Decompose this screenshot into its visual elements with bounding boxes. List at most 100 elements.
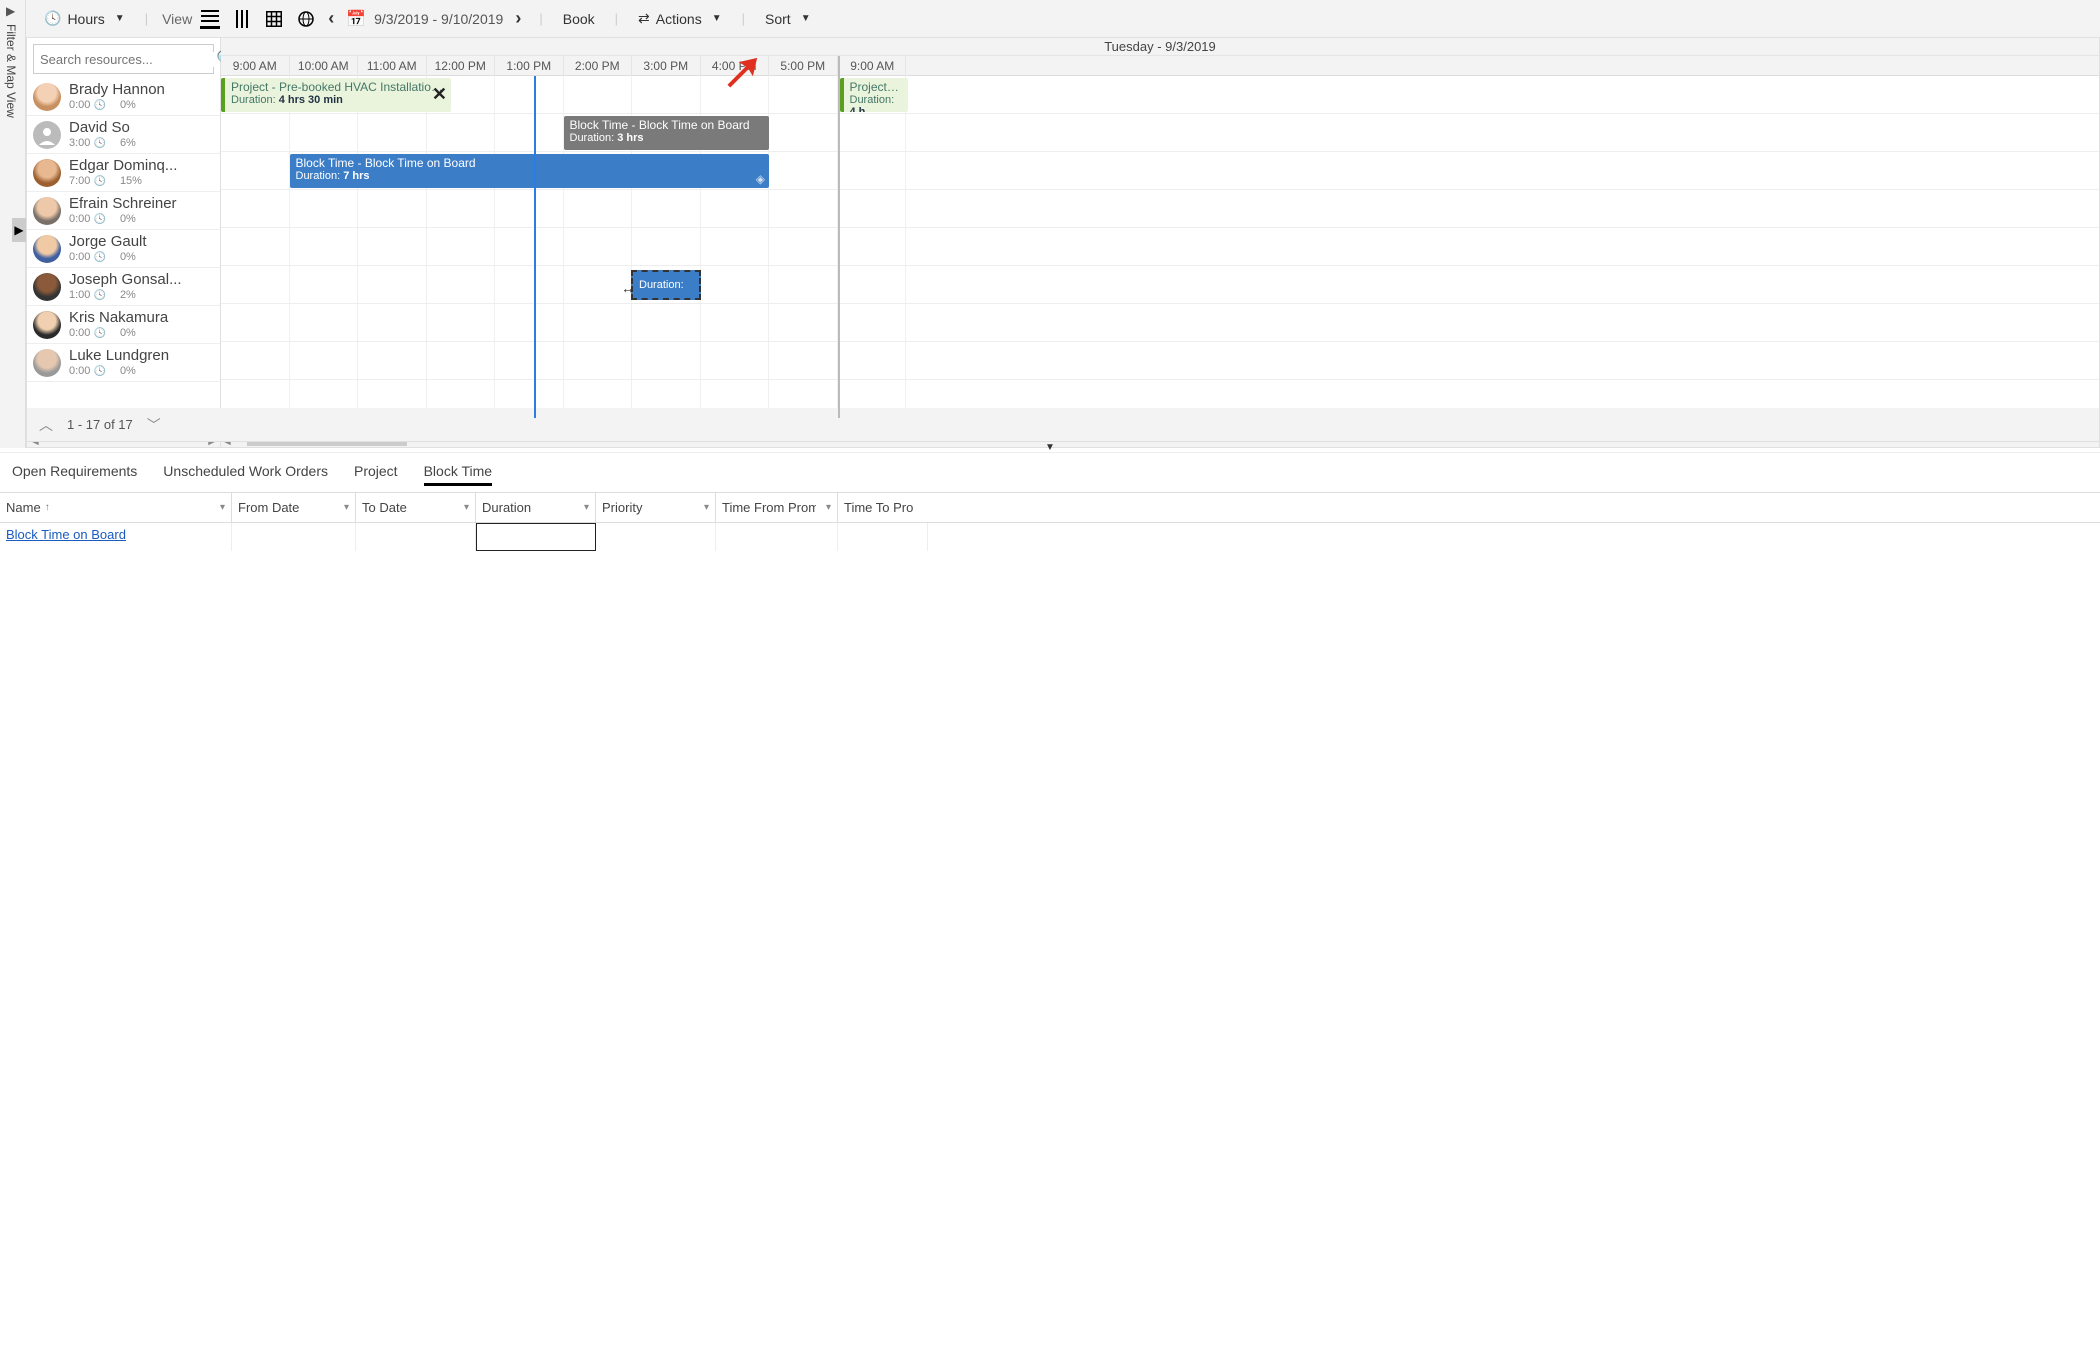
actions-dropdown[interactable]: ⇄ Actions ▼: [632, 6, 728, 31]
view-label: View: [162, 11, 192, 27]
caret-down-icon: ▼: [801, 13, 811, 24]
cell-time-to-promised[interactable]: [838, 523, 928, 551]
col-time-from-promised[interactable]: Time From Promised▾: [716, 493, 838, 522]
separator: |: [742, 11, 745, 26]
col-duration[interactable]: Duration▾: [476, 493, 596, 522]
clock-icon: 🕓: [93, 328, 105, 339]
timeline: Tuesday - 9/3/2019 9:00 AM 10:00 AM 11:0…: [221, 38, 2099, 447]
bottom-tabs: Open Requirements Unscheduled Work Order…: [0, 453, 2100, 492]
view-map-icon[interactable]: [296, 9, 316, 29]
col-to-date[interactable]: To Date▾: [356, 493, 476, 522]
tab-block-time[interactable]: Block Time: [424, 463, 492, 486]
page-down-icon[interactable]: ﹀: [147, 415, 161, 435]
sort-dropdown[interactable]: Sort ▼: [759, 7, 817, 31]
hour-cell: 5:00 PM: [769, 56, 838, 76]
caret-down-icon: ▼: [115, 13, 125, 24]
column-menu-icon[interactable]: ▾: [344, 502, 349, 513]
hours-dropdown[interactable]: 🕓 Hours ▼: [38, 6, 131, 31]
resource-item[interactable]: Jorge Gault 0:00 🕓0%: [27, 230, 220, 268]
date-range[interactable]: 9/3/2019 - 9/10/2019: [374, 11, 503, 27]
resource-name: David So: [69, 120, 136, 135]
column-menu-icon[interactable]: ▾: [826, 502, 831, 513]
col-name[interactable]: Name↑ ▾: [0, 493, 232, 522]
resource-item[interactable]: Efrain Schreiner 0:00 🕓0%: [27, 192, 220, 230]
resource-name: Joseph Gonsal...: [69, 272, 182, 287]
grid-rows: [221, 76, 2099, 418]
clock-icon: 🕓: [93, 290, 105, 301]
booking-project-nextday[interactable]: Project - Pre... Duration: 4 h: [840, 78, 908, 112]
page-up-icon[interactable]: ︿: [39, 415, 53, 435]
col-time-to-promised[interactable]: Time To Pro: [838, 493, 928, 522]
view-vertical-icon[interactable]: [232, 9, 252, 29]
view-grid-icon[interactable]: [264, 9, 284, 29]
tab-open-requirements[interactable]: Open Requirements: [12, 463, 137, 486]
cell-duration-editing[interactable]: [476, 523, 596, 551]
date-next-button[interactable]: ›: [511, 8, 525, 29]
timeline-header: Tuesday - 9/3/2019 9:00 AM 10:00 AM 11:0…: [221, 38, 2099, 76]
col-from-date[interactable]: From Date▾: [232, 493, 356, 522]
timeline-body[interactable]: Project - Pre-booked HVAC Installation P…: [221, 76, 2099, 418]
current-time-indicator: [534, 76, 536, 418]
separator: |: [145, 11, 148, 26]
clock-icon: 🕓: [93, 138, 105, 149]
tab-unscheduled-work-orders[interactable]: Unscheduled Work Orders: [163, 463, 328, 486]
resource-item[interactable]: Kris Nakamura 0:00 🕓0%: [27, 306, 220, 344]
grid-header: Name↑ ▾ From Date▾ To Date▾ Duration▾ Pr…: [0, 493, 2100, 523]
caret-down-icon: ▼: [1045, 442, 1055, 453]
view-mode-group: [200, 9, 316, 29]
hour-cell: 10:00 AM: [290, 56, 359, 76]
clock-icon: 🕓: [93, 252, 105, 263]
separator: |: [615, 11, 618, 26]
close-icon[interactable]: ✕: [432, 84, 447, 105]
avatar: [33, 197, 61, 225]
resource-name: Kris Nakamura: [69, 310, 168, 325]
column-menu-icon[interactable]: ▾: [220, 502, 225, 513]
panel-splitter[interactable]: ▼: [0, 442, 2100, 452]
clock-icon: 🕓: [93, 366, 105, 377]
booking-project[interactable]: Project - Pre-booked HVAC Installation P…: [221, 78, 451, 112]
col-priority[interactable]: Priority▾: [596, 493, 716, 522]
avatar: [33, 235, 61, 263]
resource-item[interactable]: David So 3:00 🕓6%: [27, 116, 220, 154]
view-list-icon[interactable]: [200, 9, 220, 29]
hour-cell: 9:00 AM: [838, 56, 907, 76]
hour-row: 9:00 AM 10:00 AM 11:00 AM 12:00 PM 1:00 …: [221, 56, 2099, 76]
cell-to-date[interactable]: [356, 523, 476, 551]
resource-item[interactable]: Edgar Dominq... 7:00 🕓15%: [27, 154, 220, 192]
book-button[interactable]: Book: [557, 7, 601, 31]
calendar-icon[interactable]: 📅: [346, 9, 366, 29]
hour-cell: 1:00 PM: [495, 56, 564, 76]
date-prev-button[interactable]: ‹: [324, 8, 338, 29]
cell-priority[interactable]: [596, 523, 716, 551]
hour-cell: 3:00 PM: [632, 56, 701, 76]
tag-icon: ◈: [756, 172, 765, 186]
grid-row[interactable]: Block Time on Board: [0, 523, 2100, 551]
cell-name[interactable]: Block Time on Board: [0, 523, 232, 551]
search-resources[interactable]: 🔍: [33, 44, 214, 74]
filter-map-panel-collapsed: ▶ Filter & Map View ▶: [0, 0, 26, 448]
tab-project[interactable]: Project: [354, 463, 398, 486]
resource-item[interactable]: Joseph Gonsal... 1:00 🕓2%: [27, 268, 220, 306]
expand-filter-icon[interactable]: ▶: [6, 4, 15, 18]
booking-block-time[interactable]: Block Time - Block Time on Board Duratio…: [290, 154, 770, 188]
filter-collapse-handle[interactable]: ▶: [12, 218, 26, 242]
column-menu-icon[interactable]: ▾: [584, 502, 589, 513]
day-header: Tuesday - 9/3/2019: [221, 38, 2099, 56]
booking-block-time[interactable]: Block Time - Block Time on Board Duratio…: [564, 116, 770, 150]
resource-item[interactable]: Luke Lundgren 0:00 🕓0%: [27, 344, 220, 382]
booking-drag-preview[interactable]: ↔ Duration:: [631, 270, 701, 300]
column-menu-icon[interactable]: ▾: [464, 502, 469, 513]
clock-icon: 🕓: [93, 176, 105, 187]
search-input[interactable]: [40, 52, 216, 67]
column-menu-icon[interactable]: ▾: [704, 502, 709, 513]
resource-item[interactable]: Brady Hannon 0:00 🕓0%: [27, 78, 220, 116]
avatar: [33, 83, 61, 111]
resource-name: Jorge Gault: [69, 234, 147, 249]
cell-from-date[interactable]: [232, 523, 356, 551]
clock-icon: 🕓: [44, 10, 61, 27]
pager-text: 1 - 17 of 17: [67, 417, 133, 432]
avatar: [33, 121, 61, 149]
hour-cell: 12:00 PM: [427, 56, 496, 76]
cell-time-from-promised[interactable]: [716, 523, 838, 551]
hour-cell: 2:00 PM: [564, 56, 633, 76]
